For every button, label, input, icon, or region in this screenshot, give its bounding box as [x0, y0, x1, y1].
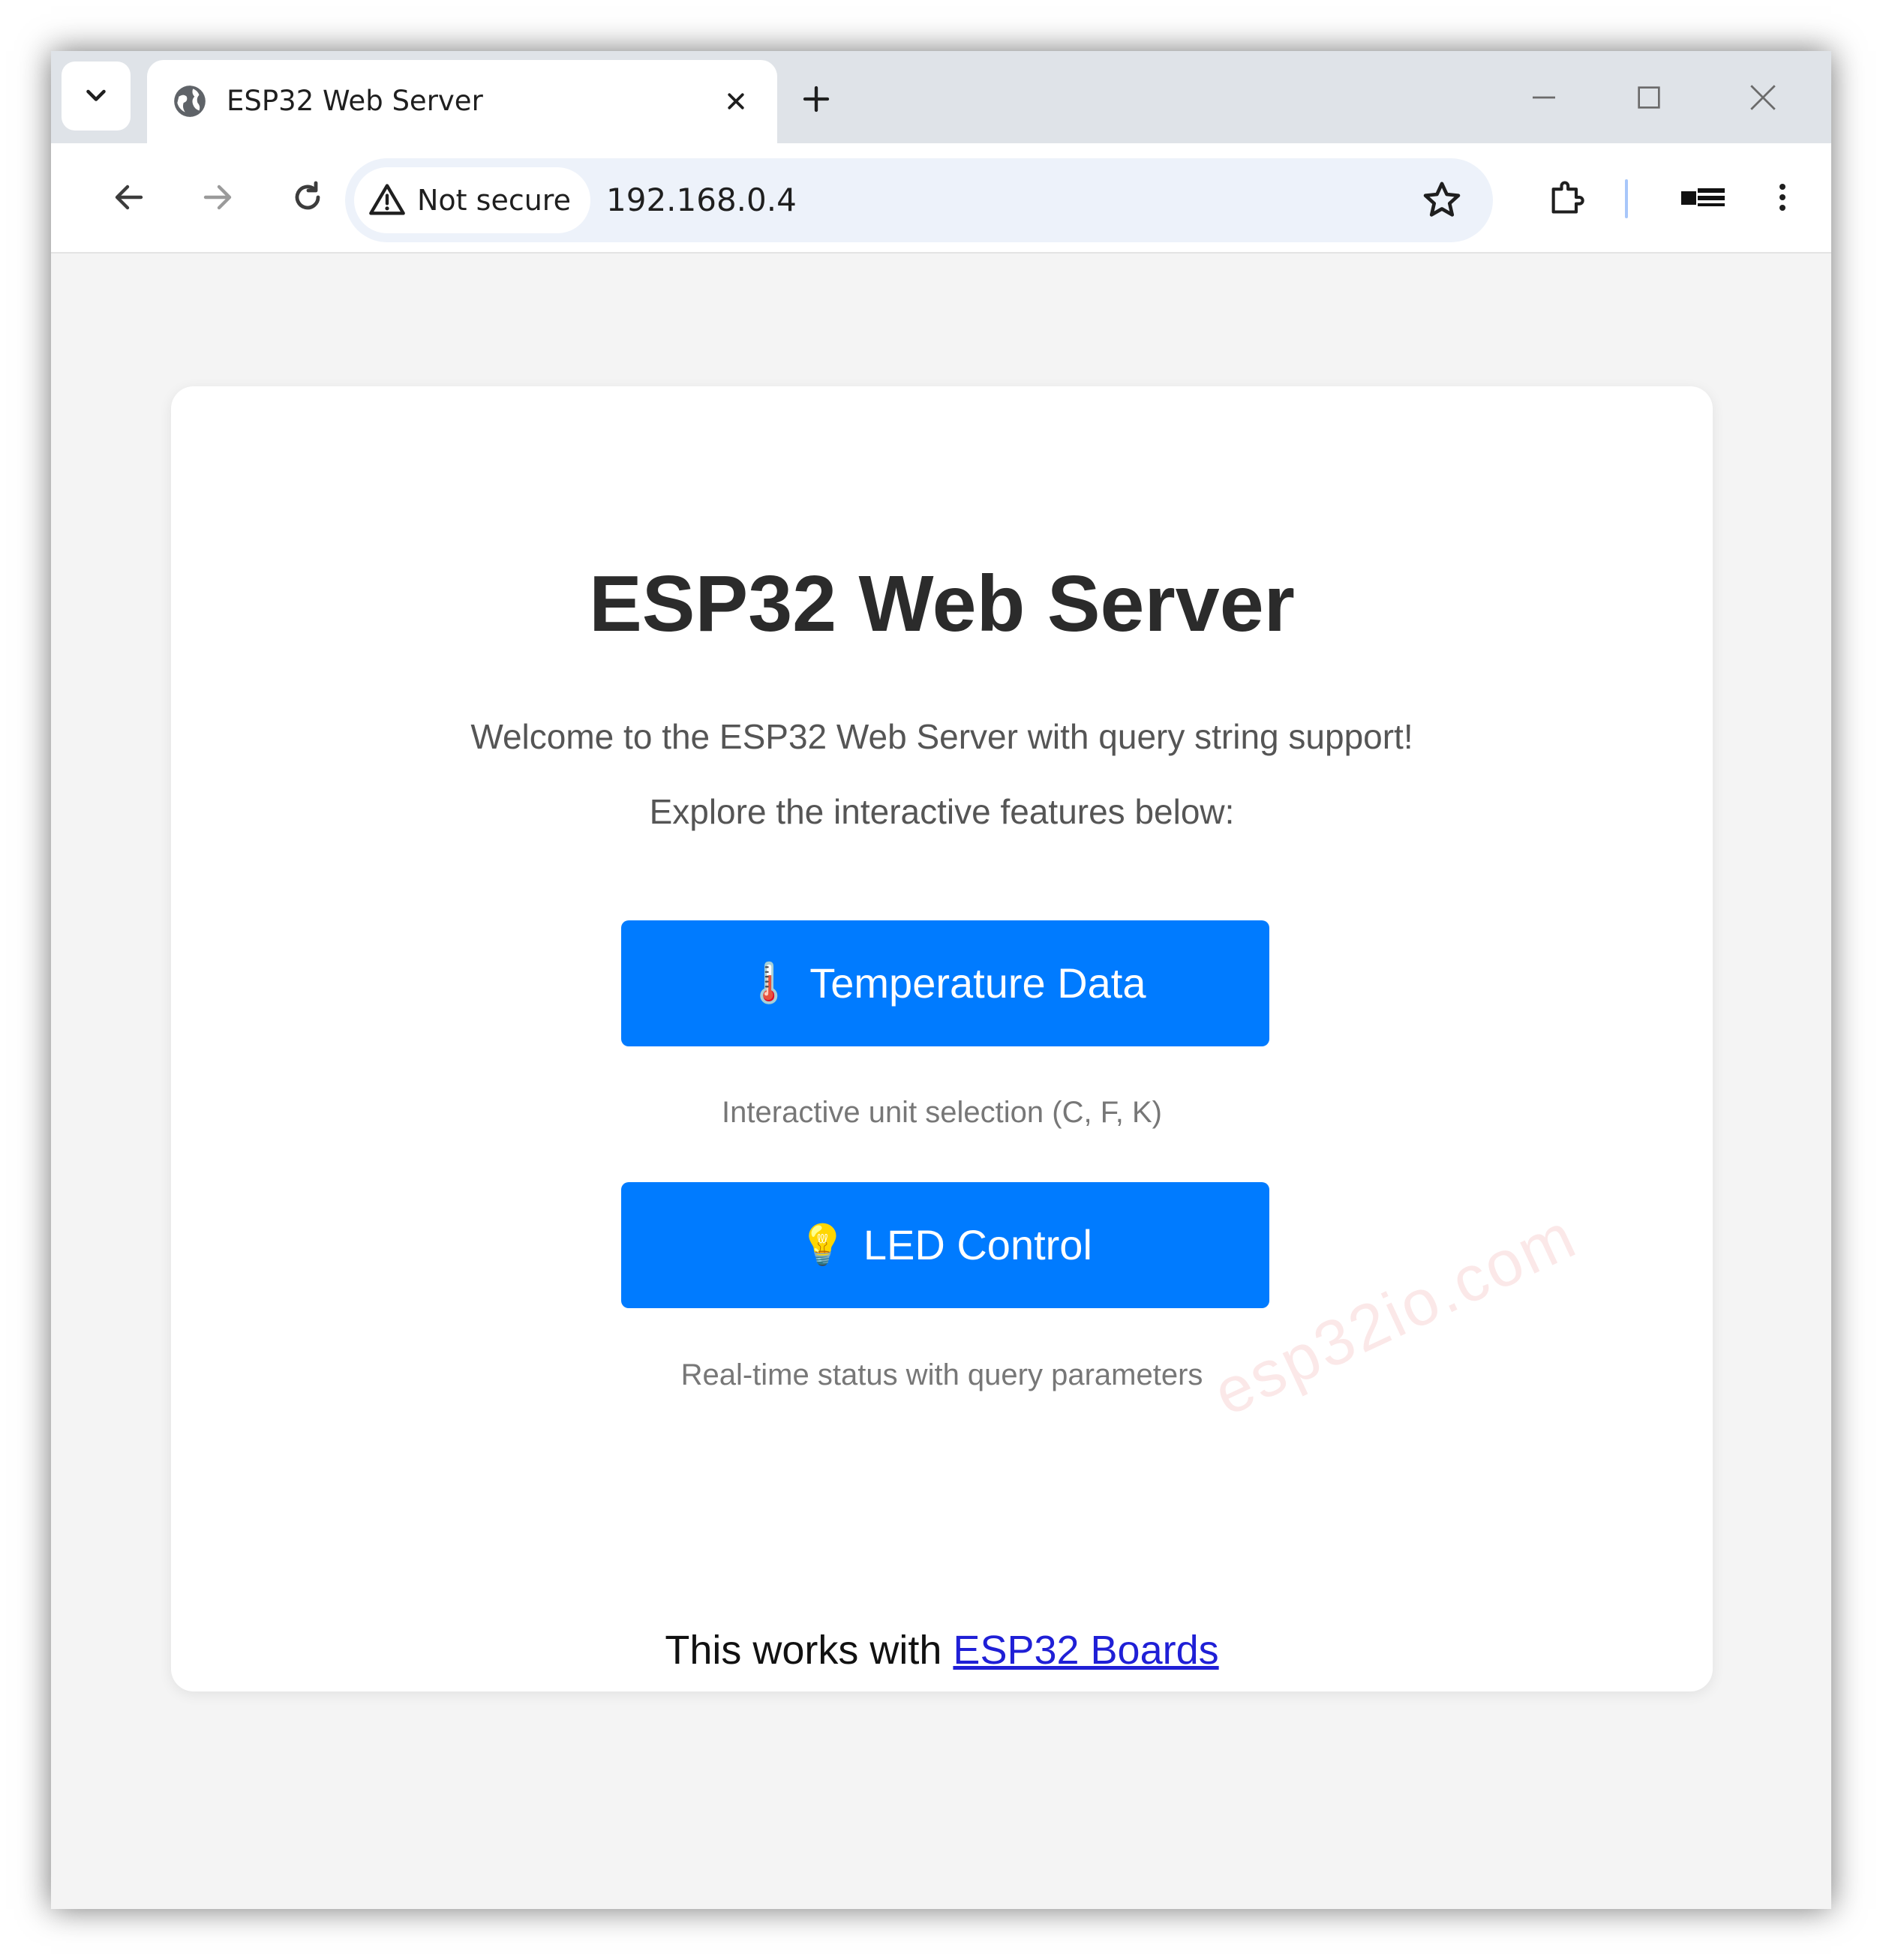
security-label: Not secure [417, 184, 571, 217]
tab-active[interactable]: ESP32 Web Server [147, 60, 777, 143]
temperature-data-button[interactable]: 🌡️ Temperature Data [621, 920, 1269, 1046]
intro-text: Welcome to the ESP32 Web Server with que… [470, 717, 1413, 756]
extensions-button[interactable] [1539, 170, 1593, 224]
tab-strip: ESP32 Web Server [51, 51, 1831, 143]
close-icon [728, 93, 744, 110]
maximize-button[interactable] [1626, 75, 1671, 120]
close-icon [1750, 85, 1776, 110]
arrow-right-icon [203, 185, 232, 210]
minimize-button[interactable] [1521, 75, 1566, 120]
extensions-icon [1551, 181, 1584, 214]
temperature-hint: Interactive unit selection (C, F, K) [722, 1096, 1162, 1129]
page-title: ESP32 Web Server [589, 560, 1295, 648]
temperature-data-label: Temperature Data [809, 959, 1146, 1007]
tab-title: ESP32 Web Server [227, 85, 483, 117]
led-control-button[interactable]: 💡 LED Control [621, 1182, 1269, 1308]
window-close-button[interactable] [1740, 75, 1785, 120]
esp32-boards-link[interactable]: ESP32 Boards [953, 1628, 1218, 1673]
url-text[interactable]: 192.168.0.4 [606, 179, 797, 221]
forward-button[interactable] [191, 170, 245, 224]
minimize-icon [1533, 96, 1555, 99]
intro-subtext: Explore the interactive features below: [649, 792, 1235, 831]
profile-icon [1681, 188, 1725, 206]
globe-icon [174, 86, 206, 117]
warning-icon [369, 184, 405, 215]
browser-window: ESP32 Web Server Not secure 192.168.0.4 … [51, 51, 1831, 1909]
security-chip[interactable]: Not secure [354, 167, 590, 233]
footer-prefix: This works with [665, 1628, 954, 1673]
led-control-label: LED Control [863, 1221, 1092, 1268]
address-bar[interactable]: Not secure 192.168.0.4 [345, 158, 1493, 242]
toolbar-divider [1625, 179, 1628, 218]
back-button[interactable] [102, 170, 156, 224]
browser-toolbar: Not secure 192.168.0.4 [51, 143, 1831, 254]
thermometer-icon: 🌡️ [744, 962, 794, 1005]
content-card: ESP32 Web Server Welcome to the ESP32 We… [171, 386, 1713, 1691]
new-tab-button[interactable] [794, 77, 839, 122]
menu-icon [1779, 184, 1785, 211]
star-icon[interactable] [1421, 179, 1463, 221]
arrow-left-icon [115, 185, 143, 210]
tab-search-button[interactable] [62, 62, 131, 131]
maximize-icon [1638, 86, 1660, 109]
reload-button[interactable] [281, 170, 335, 224]
footer-text: This works with ESP32 Boards [171, 1624, 1713, 1676]
tab-close-button[interactable] [717, 83, 755, 120]
profile-button[interactable] [1668, 170, 1740, 224]
light-bulb-icon: 💡 [798, 1223, 847, 1267]
led-hint: Real-time status with query parameters [680, 1358, 1203, 1391]
chevron-down-icon [86, 89, 106, 101]
reload-icon [295, 181, 320, 210]
plus-icon [803, 86, 830, 113]
menu-button[interactable] [1755, 170, 1809, 224]
